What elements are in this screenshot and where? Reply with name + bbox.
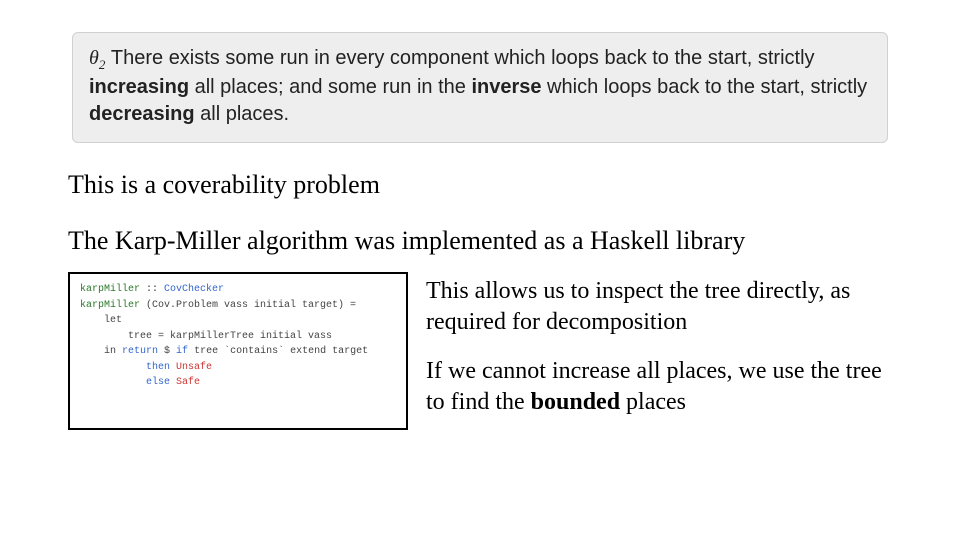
code-token: $ bbox=[158, 346, 176, 357]
code-token: CovChecker bbox=[164, 284, 224, 295]
code-token: then bbox=[146, 362, 170, 373]
theta2-callout: θ2 There exists some run in every compon… bbox=[72, 32, 888, 143]
code-token: Unsafe bbox=[176, 362, 212, 373]
callout-inverse: inverse bbox=[471, 76, 541, 98]
code-token bbox=[80, 362, 146, 373]
code-token: tree = karpMillerTree initial vass bbox=[80, 331, 332, 342]
code-token bbox=[80, 377, 146, 388]
code-token: :: bbox=[140, 284, 164, 295]
callout-decreasing: decreasing bbox=[89, 103, 195, 125]
callout-text-2: all places; and some run in the bbox=[189, 76, 471, 98]
code-token: if bbox=[176, 346, 188, 357]
paragraph-coverability: This is a coverability problem bbox=[68, 170, 380, 200]
code-snippet: karpMiller :: CovChecker karpMiller (Cov… bbox=[68, 272, 408, 430]
callout-text-4: all places. bbox=[195, 103, 290, 125]
code-token: karpMiller bbox=[80, 300, 140, 311]
code-token: let bbox=[80, 315, 122, 326]
para4-text-b: places bbox=[620, 389, 686, 415]
code-token: karpMiller bbox=[80, 284, 140, 295]
para4-bold: bounded bbox=[531, 389, 620, 415]
code-token: tree `contains` extend target bbox=[188, 346, 368, 357]
callout-increasing: increasing bbox=[89, 76, 189, 98]
code-token: in bbox=[80, 346, 122, 357]
code-token: (Cov.Problem vass initial target) = bbox=[140, 300, 356, 311]
callout-text-3: which loops back to the start, strictly bbox=[542, 76, 868, 98]
paragraph-inspect-tree: This allows us to inspect the tree direc… bbox=[426, 276, 906, 337]
slide: θ2 There exists some run in every compon… bbox=[0, 0, 960, 540]
code-token: else bbox=[146, 377, 170, 388]
callout-text-1: There exists some run in every component… bbox=[105, 47, 814, 69]
theta-symbol: θ bbox=[89, 47, 99, 69]
code-token: return bbox=[122, 346, 158, 357]
paragraph-karp-miller: The Karp-Miller algorithm was implemente… bbox=[68, 226, 745, 256]
code-token: Safe bbox=[176, 377, 200, 388]
paragraph-bounded-places: If we cannot increase all places, we use… bbox=[426, 356, 906, 417]
